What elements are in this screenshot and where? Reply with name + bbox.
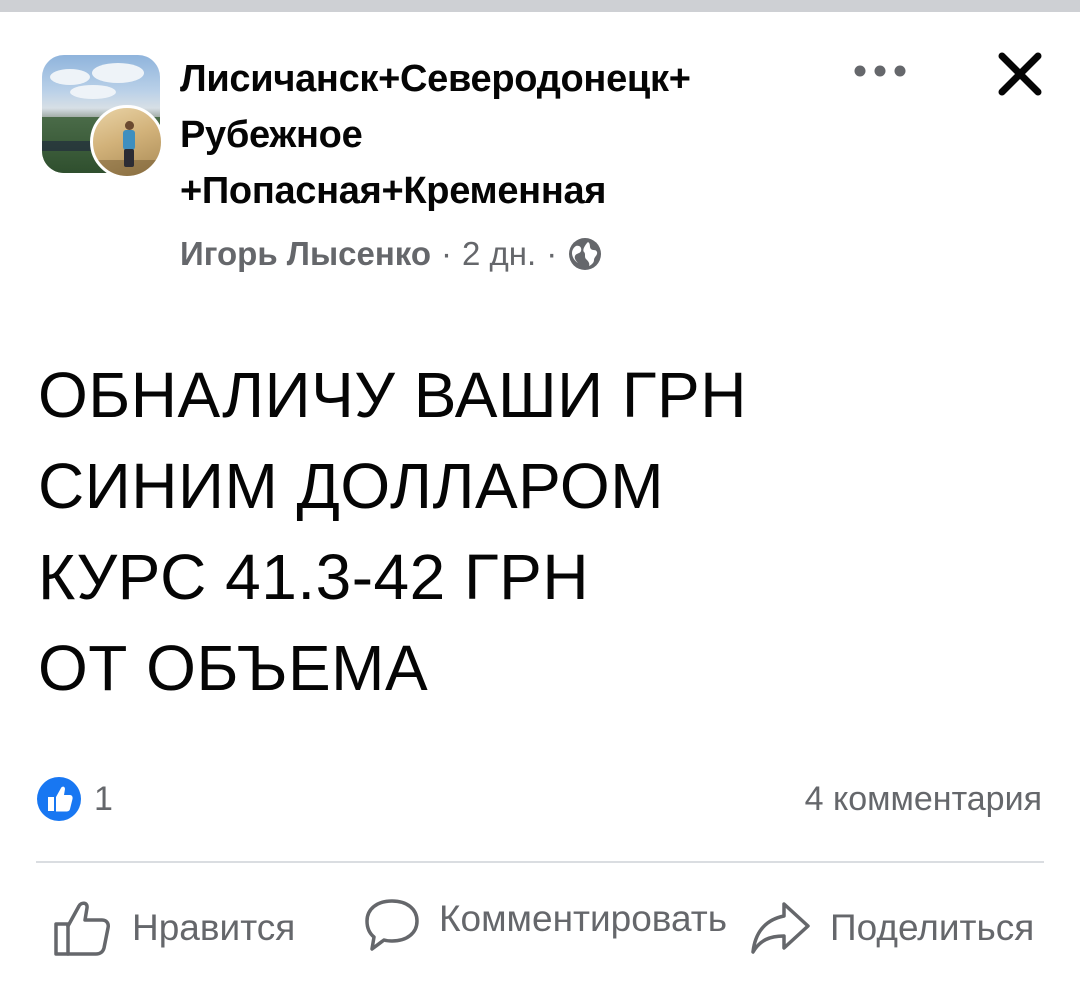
globe-icon[interactable]: [567, 236, 603, 272]
close-icon: [998, 52, 1042, 96]
top-strip: [0, 0, 1080, 12]
comments-count[interactable]: 4 комментария: [805, 776, 1042, 822]
post-body-line: ОБНАЛИЧУ ВАШИ ГРН: [38, 359, 747, 431]
like-button[interactable]: Нравится: [50, 896, 295, 960]
reactions-summary[interactable]: 1: [36, 776, 113, 822]
share-button[interactable]: Поделиться: [748, 896, 1034, 960]
author-avatar[interactable]: [90, 105, 164, 179]
post-body-line: КУРС 41.3-42 ГРН: [38, 541, 590, 613]
group-name-line: Лисичанск+Северодонецк+: [180, 58, 691, 100]
post-body: ОБНАЛИЧУ ВАШИ ГРН СИНИМ ДОЛЛАРОМ КУРС 41…: [38, 350, 1038, 714]
like-reaction-icon: [36, 776, 82, 822]
comment-button[interactable]: Комментировать: [362, 883, 728, 955]
author-name[interactable]: Игорь Лысенко: [180, 232, 431, 276]
group-name-line: +Попасная+Кременная: [180, 170, 607, 212]
comment-bubble-icon: [362, 895, 422, 955]
post-meta: Игорь Лысенко · 2 дн. ·: [180, 232, 603, 276]
post-body-line: СИНИМ ДОЛЛАРОМ: [38, 450, 664, 522]
share-label: Поделиться: [830, 907, 1035, 948]
more-options-button[interactable]: [852, 56, 908, 86]
thumbs-up-icon: [50, 896, 114, 960]
reaction-count: 1: [94, 779, 113, 818]
group-name-line: Рубежное: [180, 114, 363, 156]
divider: [36, 861, 1044, 863]
post-body-line: ОТ ОБЪЕМА: [38, 632, 429, 704]
share-arrow-icon: [748, 896, 812, 960]
post-time[interactable]: 2 дн.: [462, 232, 536, 276]
close-button[interactable]: [990, 44, 1050, 104]
more-horizontal-icon: [854, 65, 906, 77]
like-label: Нравится: [132, 907, 296, 948]
meta-separator: ·: [546, 235, 558, 272]
comment-label: Комментировать: [438, 898, 727, 939]
meta-separator: ·: [441, 235, 453, 272]
group-name[interactable]: Лисичанск+Северодонецк+ Рубежное +Попасн…: [180, 51, 820, 219]
group-avatar[interactable]: [42, 55, 164, 179]
